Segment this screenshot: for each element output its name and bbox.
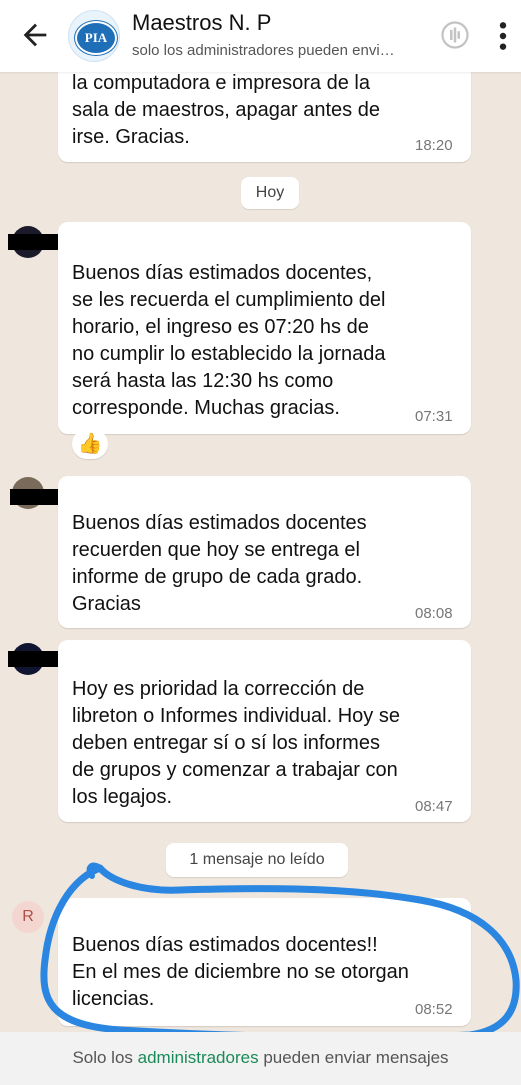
chat-header: PIA Maestros N. P solo los administrador… — [0, 0, 521, 72]
message-bubble[interactable]: Hoy es prioridad la corrección de libret… — [58, 640, 471, 822]
admins-link[interactable]: administradores — [138, 1048, 259, 1067]
message-time: 08:47 — [415, 798, 453, 815]
group-title[interactable]: Maestros N. P — [132, 10, 271, 36]
message-bubble[interactable]: Buenos días estimados docentes recuerden… — [58, 476, 471, 628]
composer-disabled-bar: Solo los administradores pueden enviar m… — [0, 1032, 521, 1085]
thumbs-up-reaction[interactable]: 👍 — [72, 429, 108, 459]
message-text: Buenos días estimados docentes!! En el m… — [72, 934, 409, 1010]
message-text: la computadora e impresora de la sala de… — [72, 72, 380, 148]
sender-avatar[interactable]: R — [12, 901, 44, 933]
group-subtitle[interactable]: solo los administradores pueden envi… — [132, 42, 432, 59]
message-time: 18:20 — [415, 137, 453, 154]
message-time: 08:52 — [415, 1001, 453, 1018]
date-divider: Hoy — [241, 177, 299, 209]
notice-prefix: Solo los — [72, 1048, 138, 1067]
group-avatar[interactable]: PIA — [68, 10, 120, 62]
message-text: Buenos días estimados docentes, se les r… — [72, 262, 386, 419]
message-bubble[interactable]: Buenos días estimados docentes!! En el m… — [58, 898, 471, 1026]
unread-divider: 1 mensaje no leído — [166, 843, 348, 877]
message-time: 08:08 — [415, 605, 453, 622]
message-time: 07:31 — [415, 408, 453, 425]
message-text: Hoy es prioridad la corrección de libret… — [72, 678, 400, 808]
notice-suffix: pueden enviar mensajes — [258, 1048, 449, 1067]
more-vertical-icon[interactable] — [496, 20, 510, 52]
message-text: Buenos días estimados docentes recuerden… — [72, 512, 367, 615]
call-plus-icon[interactable] — [440, 20, 470, 50]
message-bubble[interactable]: Buenos días estimados docentes, se les r… — [58, 222, 471, 434]
admins-only-notice: Solo los administradores pueden enviar m… — [0, 1048, 521, 1068]
group-avatar-logo: PIA — [75, 21, 117, 55]
arrow-left-icon[interactable] — [18, 18, 52, 52]
